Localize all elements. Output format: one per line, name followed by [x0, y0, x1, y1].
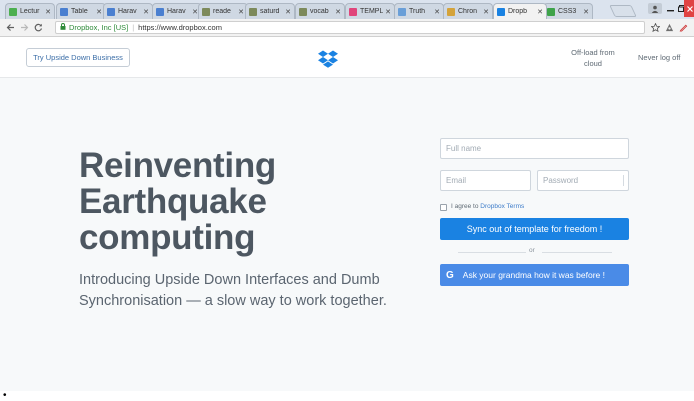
- password-placeholder: Password: [543, 176, 579, 185]
- tab-label: TEMPL: [360, 8, 384, 15]
- browser-tab[interactable]: Dropb ✕: [493, 3, 547, 19]
- tab-close-icon[interactable]: ✕: [335, 8, 341, 16]
- tab-favicon-icon: [447, 7, 455, 16]
- browser-tab[interactable]: Harav ✕: [152, 3, 202, 19]
- tab-close-icon[interactable]: ✕: [483, 8, 489, 16]
- tab-label: Truth: [409, 8, 426, 15]
- address-bar[interactable]: Dropbox, Inc [US] | https://www.dropbox.…: [55, 21, 645, 34]
- never-log-off-link[interactable]: Never log off: [638, 53, 680, 62]
- dropbox-page: Try Upside Down Business Off-load from c…: [0, 38, 694, 401]
- email-input[interactable]: Email: [440, 170, 531, 191]
- browser-tab[interactable]: saturd ✕: [245, 3, 295, 19]
- list-bullet: •: [3, 390, 7, 401]
- forward-arrow-icon[interactable]: [18, 21, 30, 34]
- tab-close-icon[interactable]: ✕: [45, 8, 51, 16]
- password-input[interactable]: Password: [537, 170, 629, 191]
- tab-favicon-icon: [202, 7, 210, 16]
- back-arrow-icon[interactable]: [4, 21, 16, 34]
- tab-favicon-icon: [299, 7, 307, 16]
- email-placeholder: Email: [446, 176, 467, 185]
- tab-close-icon[interactable]: ✕: [434, 8, 440, 16]
- divider-or-text: or: [529, 247, 535, 254]
- reload-icon[interactable]: [32, 21, 44, 34]
- tab-label: Chron: [458, 8, 478, 15]
- site-header: Try Upside Down Business Off-load from c…: [0, 38, 694, 78]
- tab-favicon-icon: [398, 7, 406, 16]
- google-button-label: Ask your grandma how it was before !: [462, 270, 605, 280]
- divider-left: [458, 252, 526, 253]
- extension-icon[interactable]: [663, 21, 675, 34]
- profile-icon[interactable]: [648, 3, 662, 14]
- tab-label: Table: [71, 8, 88, 15]
- tab-close-icon[interactable]: ✕: [96, 8, 102, 16]
- minimize-icon[interactable]: [664, 0, 676, 17]
- browser-tabstrip: Lectur ✕ Table ✕ Harav ✕ Harav ✕ reade ✕ saturd ✕ vo…: [0, 0, 694, 19]
- browser-tab[interactable]: reade ✕: [198, 3, 248, 19]
- dropbox-logo-icon[interactable]: [318, 50, 338, 68]
- secure-site-label: Dropbox, Inc [US]: [69, 23, 129, 32]
- tab-label: Harav: [118, 8, 137, 15]
- tab-favicon-icon: [497, 7, 505, 16]
- tab-favicon-icon: [9, 7, 17, 16]
- browser-toolbar: Dropbox, Inc [US] | https://www.dropbox.…: [0, 19, 694, 37]
- pen-extension-icon[interactable]: [677, 21, 689, 34]
- browser-tab[interactable]: vocab ✕: [295, 3, 345, 19]
- browser-tab[interactable]: Lectur ✕: [5, 3, 55, 19]
- tab-label: CSS3: [558, 8, 577, 15]
- agree-terms-checkbox[interactable]: [440, 204, 447, 211]
- tab-label: vocab: [310, 8, 329, 15]
- hero-headline: Reinventing Earthquake computing: [79, 146, 276, 257]
- tab-close-icon[interactable]: ✕: [385, 8, 391, 16]
- try-business-button[interactable]: Try Upside Down Business: [26, 48, 130, 67]
- tab-close-icon[interactable]: ✕: [143, 8, 149, 16]
- divider-right: [542, 252, 612, 253]
- offload-cloud-link[interactable]: Off-load from cloud: [562, 47, 624, 69]
- tab-close-icon[interactable]: ✕: [285, 8, 291, 16]
- agree-terms-label: I agree to Dropbox Terms: [451, 203, 524, 210]
- tab-label: saturd: [260, 8, 280, 15]
- google-icon: G: [446, 269, 454, 281]
- url-text: https://www.dropbox.com: [138, 23, 222, 32]
- tab-favicon-icon: [547, 7, 555, 16]
- window-close-icon[interactable]: [684, 0, 694, 17]
- browser-tab[interactable]: Chron ✕: [443, 3, 493, 19]
- browser-tab[interactable]: Harav ✕: [103, 3, 153, 19]
- agree-terms-prefix: I agree to: [451, 203, 481, 210]
- full-name-input[interactable]: Full name: [440, 138, 629, 159]
- tab-favicon-icon: [60, 7, 68, 16]
- tab-label: Harav: [167, 8, 186, 15]
- dropbox-terms-link[interactable]: Dropbox Terms: [480, 203, 524, 210]
- lock-icon: [60, 23, 66, 32]
- browser-tab[interactable]: Table ✕: [56, 3, 106, 19]
- tab-favicon-icon: [107, 7, 115, 16]
- hero-subheadline: Introducing Upside Down Interfaces and D…: [79, 272, 387, 309]
- full-name-placeholder: Full name: [446, 144, 482, 153]
- browser-tab[interactable]: CSS3 ✕: [543, 3, 593, 19]
- tab-close-icon[interactable]: ✕: [238, 8, 244, 16]
- browser-tab[interactable]: Truth ✕: [394, 3, 444, 19]
- tab-label: Dropb: [508, 8, 528, 15]
- tab-favicon-icon: [349, 7, 357, 16]
- tab-favicon-icon: [249, 7, 257, 16]
- password-field-handle: [623, 175, 624, 186]
- new-tab-button[interactable]: [609, 5, 637, 17]
- tab-close-icon[interactable]: ✕: [537, 8, 543, 16]
- google-sign-in-button[interactable]: G Ask your grandma how it was before !: [440, 264, 629, 286]
- address-separator: |: [132, 23, 135, 32]
- tab-label: reade: [213, 8, 231, 15]
- bookmark-star-icon[interactable]: [649, 21, 661, 34]
- tab-favicon-icon: [156, 7, 164, 16]
- tab-close-icon[interactable]: ✕: [583, 8, 589, 16]
- browser-tab[interactable]: TEMPL ✕: [345, 3, 395, 19]
- tab-label: Lectur: [20, 8, 40, 15]
- sign-up-button[interactable]: Sync out of template for freedom !: [440, 218, 629, 240]
